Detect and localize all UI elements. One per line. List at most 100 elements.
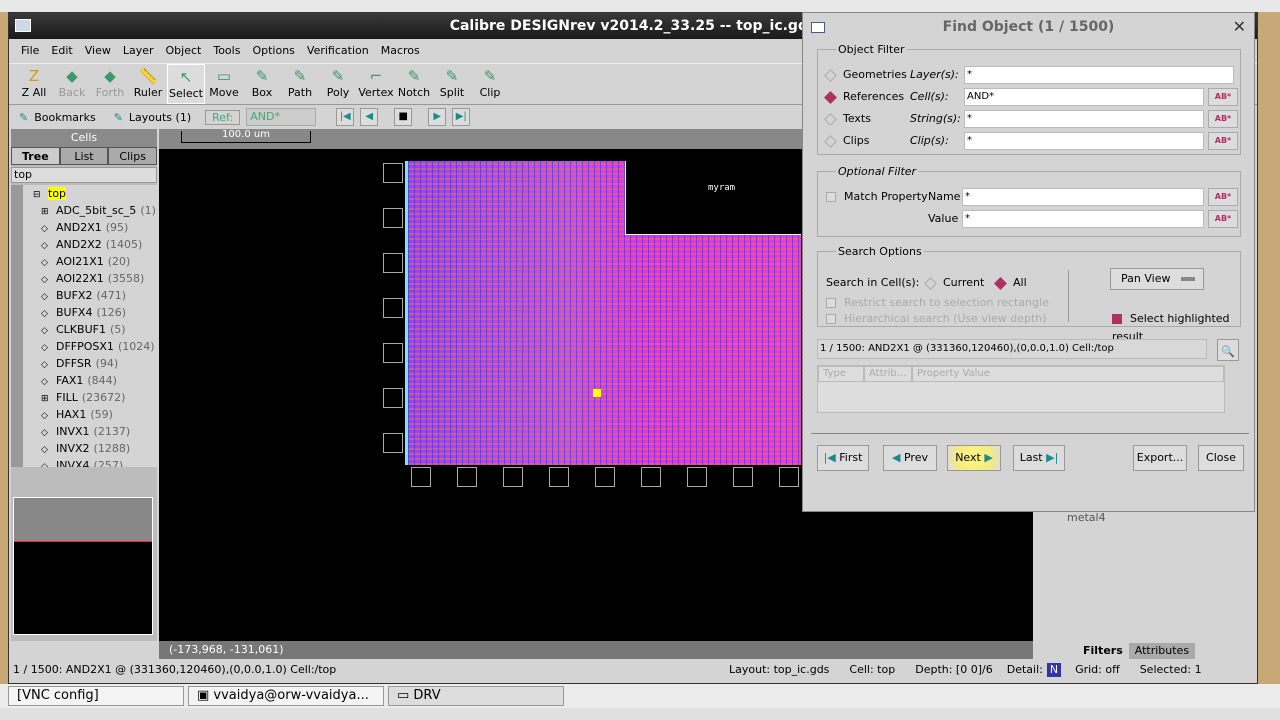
tool-poly[interactable]: ✎ Poly	[319, 64, 357, 104]
all-radio[interactable]: All	[994, 274, 1027, 292]
tool-vertex[interactable]: ⌐ Vertex	[357, 64, 395, 104]
layouts-button[interactable]: Layouts (1)	[129, 111, 191, 124]
tool-path[interactable]: ✎ Path	[281, 64, 319, 104]
menu-edit[interactable]: Edit	[45, 41, 78, 61]
menu-macros[interactable]: Macros	[375, 41, 426, 61]
first-result-icon[interactable]: |◀	[336, 108, 355, 126]
texts-input[interactable]: *	[964, 110, 1204, 128]
dialog-menu-icon[interactable]	[811, 22, 825, 33]
ref-dropdown[interactable]: Ref:	[205, 109, 241, 125]
menu-object[interactable]: Object	[160, 41, 208, 61]
tool-split[interactable]: ✎ Split	[433, 64, 471, 104]
next-button[interactable]: Next ▶	[947, 445, 1001, 471]
hierarchical-checkbox[interactable]: Hierarchical search (Use view depth)	[826, 310, 1047, 328]
io-pad	[411, 467, 431, 487]
select-highlighted-checkbox[interactable]: Select highlighted result	[1112, 310, 1240, 343]
clips-pattern-button[interactable]: AB*	[1208, 132, 1238, 150]
value-pattern-button[interactable]: AB*	[1208, 210, 1238, 228]
menu-view[interactable]: View	[79, 41, 117, 61]
tool-select[interactable]: ↖ Select	[167, 64, 205, 104]
tool-notch[interactable]: ✎ Notch	[395, 64, 433, 104]
tree-root[interactable]: ⊟ top	[33, 185, 67, 202]
close-button[interactable]: Close	[1198, 445, 1244, 471]
bookmarks-button[interactable]: Bookmarks	[34, 111, 95, 124]
menu-file[interactable]: File	[15, 41, 45, 61]
pan-view-dropdown[interactable]: Pan View	[1110, 268, 1204, 290]
tree-item[interactable]: ◇ HAX1 (59)	[41, 406, 113, 423]
tab-clips[interactable]: Clips	[108, 147, 158, 165]
tree-item[interactable]: ◇ INVX1 (2137)	[41, 423, 130, 440]
match-property-checkbox[interactable]: Match Property	[826, 188, 928, 206]
tree-item[interactable]: ◇ DFFSR (94)	[41, 355, 118, 372]
export-button[interactable]: Export...	[1133, 445, 1187, 471]
tree-scrollbar[interactable]	[11, 185, 23, 467]
tree-item[interactable]: ◇ CLKBUF1 (5)	[41, 321, 126, 338]
horizontal-scrollbar[interactable]	[0, 708, 1280, 720]
clips-radio[interactable]: Clips	[824, 132, 870, 150]
task-drv[interactable]: ▭ DRV	[388, 686, 564, 706]
tree-item[interactable]: ◇ DFFPOSX1 (1024)	[41, 338, 155, 355]
tool-forth[interactable]: ◆ Forth	[91, 64, 129, 104]
name-pattern-button[interactable]: AB*	[1208, 188, 1238, 206]
tree-item[interactable]: ◇ INVX2 (1288)	[41, 440, 130, 457]
tool-box[interactable]: ✎ Box	[243, 64, 281, 104]
window-menu-icon[interactable]	[15, 19, 31, 32]
prev-button[interactable]: ◀ Prev	[883, 445, 937, 471]
detail-badge[interactable]: N	[1046, 663, 1062, 677]
task-vnc-config[interactable]: [VNC config]	[8, 686, 184, 706]
tree-item[interactable]: ◇ FAX1 (844)	[41, 372, 117, 389]
last-button[interactable]: Last ▶|	[1013, 445, 1065, 471]
tree-item[interactable]: ⊞ FILL (23672)	[41, 389, 125, 406]
tool-ruler[interactable]: 📏 Ruler	[129, 64, 167, 104]
tool-z-all[interactable]: ZZ All	[15, 64, 53, 104]
tree-item[interactable]: ⊞ ADC_5bit_sc_5 (1)	[41, 202, 156, 219]
last-result-icon[interactable]: ▶|	[452, 108, 471, 126]
tool-move[interactable]: ▭ Move	[205, 64, 243, 104]
geometries-input[interactable]: *	[964, 66, 1234, 84]
tree-item[interactable]: ◇ AND2X1 (95)	[41, 219, 128, 236]
menu-layer[interactable]: Layer	[117, 41, 160, 61]
references-input[interactable]: AND*	[964, 88, 1204, 106]
property-value-input[interactable]: *	[962, 210, 1204, 228]
references-pattern-button[interactable]: AB*	[1208, 88, 1238, 106]
texts-pattern-button[interactable]: AB*	[1208, 110, 1238, 128]
tab-filters[interactable]: Filters	[1077, 643, 1129, 659]
next-result-icon[interactable]: ▶	[428, 108, 447, 126]
task-terminal[interactable]: ▣ vvaidya@orw-vvaidya...	[188, 686, 384, 706]
texts-radio[interactable]: Texts	[824, 110, 871, 128]
prev-result-icon[interactable]: ◀	[360, 108, 379, 126]
property-name-input[interactable]: *	[962, 188, 1204, 206]
menu-verification[interactable]: Verification	[301, 41, 375, 61]
zoom-to-result-icon[interactable]: 🔍	[1217, 339, 1239, 361]
tree-item[interactable]: ◇ BUFX4 (126)	[41, 304, 126, 321]
layer-metal4[interactable]: metal4	[1067, 511, 1106, 524]
tree-item[interactable]: ◇ BUFX2 (471)	[41, 287, 126, 304]
cell-filter-input[interactable]: top	[11, 167, 157, 183]
geometries-radio[interactable]: Geometries	[824, 66, 907, 84]
col-property-value[interactable]: Property Value	[912, 366, 1224, 382]
clips-input[interactable]: *	[964, 132, 1204, 150]
tab-tree[interactable]: Tree	[11, 147, 60, 165]
tree-item[interactable]: ◇ AOI21X1 (20)	[41, 253, 130, 270]
ref-input[interactable]: AND*	[246, 108, 317, 126]
col-attrib[interactable]: Attrib...	[864, 366, 912, 382]
tree-item[interactable]: ◇ AOI22X1 (3558)	[41, 270, 144, 287]
tool-back[interactable]: ◆ Back	[53, 64, 91, 104]
first-button[interactable]: |◀ First	[817, 445, 869, 471]
tree-item[interactable]: ◇ AND2X2 (1405)	[41, 236, 142, 253]
stop-icon[interactable]: ■	[394, 108, 413, 126]
tree-item[interactable]: ◇ INVX4 (257)	[41, 457, 123, 467]
menu-tools[interactable]: Tools	[207, 41, 246, 61]
current-radio[interactable]: Current	[924, 274, 984, 292]
cell-count: (126)	[96, 306, 127, 319]
close-icon[interactable]: ✕	[1233, 13, 1246, 41]
overview-preview[interactable]	[13, 497, 153, 635]
tab-list[interactable]: List	[59, 147, 109, 165]
menu-options[interactable]: Options	[246, 41, 300, 61]
references-radio[interactable]: References	[824, 88, 904, 106]
tab-attributes[interactable]: Attributes	[1128, 643, 1196, 659]
io-pad	[383, 433, 403, 453]
col-type[interactable]: Type	[818, 366, 864, 382]
tool-clip[interactable]: ✎ Clip	[471, 64, 509, 104]
myram-cell[interactable]: myram	[625, 161, 801, 235]
